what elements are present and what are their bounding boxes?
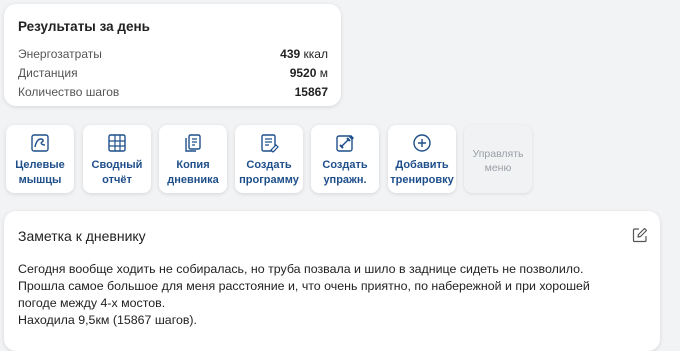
note-line: Сегодня вообще ходить не собиралась, но … — [18, 262, 584, 276]
tile-label-line1: Управлять — [472, 148, 524, 160]
add-workout-button[interactable]: Добавить тренировку — [388, 125, 456, 193]
edit-icon[interactable] — [632, 227, 648, 243]
note-line: Находила 9,5км (15867 шагов). — [18, 313, 197, 327]
grid-report-icon — [108, 134, 126, 152]
create-document-icon — [261, 134, 279, 153]
summary-report-button[interactable]: Сводный отчёт — [83, 125, 151, 193]
create-program-button[interactable]: Создать программу — [235, 125, 303, 193]
tile-label-line2: дневника — [167, 174, 219, 186]
note-line: Прошла самое большое для меня расстояние… — [18, 279, 590, 293]
stat-value: 9520 м — [289, 66, 328, 80]
tile-label-line2: программу — [239, 174, 299, 186]
target-muscles-button[interactable]: Целевые мышцы — [6, 125, 74, 193]
tile-label-line2: тренировку — [390, 174, 454, 186]
tile-label-line2: отчёт — [102, 174, 132, 186]
tile-label-line2: мышцы — [18, 174, 62, 186]
stat-label: Дистанция — [18, 66, 78, 80]
tile-label-line1: Создать — [322, 159, 368, 171]
diary-note-text: Сегодня вообще ходить не собиралась, но … — [18, 261, 646, 329]
stat-row-steps: Количество шагов 15867 — [18, 85, 328, 103]
exercise-edit-icon — [336, 135, 354, 152]
tile-label-line1: Добавить — [395, 159, 449, 171]
tile-label-line1: Целевые — [15, 159, 65, 171]
copy-diary-button[interactable]: Копия дневника — [159, 125, 227, 193]
diary-note-title: Заметка к дневнику — [18, 228, 146, 244]
stat-row-distance: Дистанция 9520 м — [18, 66, 328, 84]
muscle-icon — [31, 134, 49, 152]
tile-label-line1: Сводный — [91, 159, 143, 171]
manage-menu-button[interactable]: Управлять меню — [464, 125, 532, 193]
stat-label: Энергозатраты — [18, 47, 102, 61]
stat-row-energy: Энергозатраты 439 ккал — [18, 47, 328, 65]
daily-results-card: Результаты за день Энергозатраты 439 кка… — [4, 4, 341, 106]
tile-label-line1: Копия — [176, 159, 210, 171]
stat-value: 439 ккал — [280, 47, 328, 61]
copy-document-icon — [185, 134, 201, 152]
tile-label-line2: меню — [484, 162, 512, 174]
tile-label-line1: Создать — [246, 159, 292, 171]
create-exercise-button[interactable]: Создать упражн. — [311, 125, 379, 193]
daily-results-title: Результаты за день — [18, 19, 150, 34]
stat-label: Количество шагов — [18, 85, 120, 99]
stat-value: 15867 — [294, 85, 328, 99]
plus-circle-icon — [413, 134, 431, 152]
note-line: погоде между 4-х мостов. — [18, 296, 166, 310]
diary-note-card: Заметка к дневнику Сегодня вообще ходить… — [4, 211, 660, 351]
tile-label-line2: упражн. — [323, 174, 367, 186]
